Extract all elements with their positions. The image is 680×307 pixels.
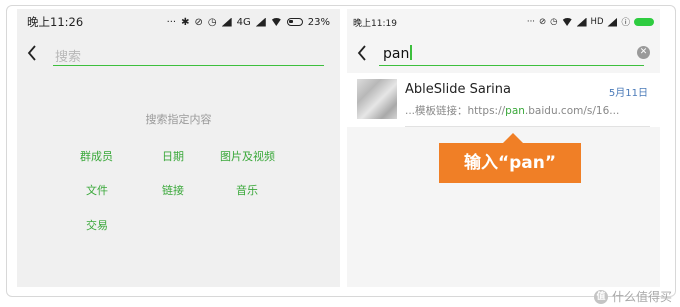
search-bar: 搜索 [17,39,340,71]
left-phone-screen: 晚上11:26 ··· ✱ ⊘ ◷ 4G 23% 搜索 搜索指定内容 群成员 日… [17,9,340,287]
search-result-item[interactable]: AbleSlide Sarina 5月11日 ...模板链接：https://p… [347,73,660,127]
search-input[interactable]: pan [383,45,412,62]
status-bar: 晚上11:26 ··· ✱ ⊘ ◷ 4G 23% [17,9,340,35]
search-query: pan [383,46,410,62]
snippet-suffix: .baidu.com/s/16... [524,105,620,117]
watermark-text: 什么值得买 [611,290,672,304]
category-links[interactable]: 链接 [162,182,184,198]
result-snippet: ...模板链接：https://pan.baidu.com/s/16... [405,103,619,118]
battery-icon [286,18,303,26]
callout-pointer [503,133,523,143]
more-dots-icon: ··· [526,17,535,27]
search-hint: 搜索指定内容 [145,113,212,126]
wifi-icon [561,18,573,26]
category-media[interactable]: 图片及视频 [220,148,275,164]
result-thumbnail [357,79,397,119]
alarm-icon: ◷ [550,17,558,27]
status-icons: ··· ✱ ⊘ ◷ 4G 23% [167,17,330,28]
battery-icon [634,18,654,26]
more-dots-icon: ··· [166,16,177,28]
mute-icon: ⊘ [194,16,203,28]
right-phone-screen: 晚上11:19 ··· ⊘ ◷ HD ⓘ pan ✕ AbleSlide Sar… [347,9,660,287]
text-cursor [410,45,412,60]
signal-icon-2 [607,17,618,27]
network-label: 4G [236,16,251,28]
category-files[interactable]: 文件 [86,182,108,198]
status-icons: ··· ⊘ ◷ HD ⓘ [527,16,654,28]
search-underline [53,65,324,66]
bluetooth-icon: ✱ [181,16,190,28]
signal-icon-2 [255,17,266,27]
category-date[interactable]: 日期 [162,148,184,164]
status-bar: 晚上11:19 ··· ⊘ ◷ HD ⓘ [347,9,660,35]
category-music[interactable]: 音乐 [236,182,258,198]
status-time: 晚上11:19 [353,18,397,29]
annotation-callout: 输入“pan” [439,143,581,183]
back-arrow-icon[interactable] [27,45,39,63]
result-date: 5月11日 [608,88,648,99]
status-time: 晚上11:26 [27,15,84,29]
result-divider [405,126,650,127]
clear-icon[interactable]: ✕ [637,46,650,59]
battery-percent: 23% [307,16,330,28]
wifi-icon [270,18,282,26]
category-transactions[interactable]: 交易 [86,217,108,233]
search-input[interactable]: 搜索 [55,46,81,65]
watermark: 值 什么值得买 [593,288,672,305]
category-members[interactable]: 群成员 [80,148,113,164]
network-label: HD [590,17,604,27]
snippet-highlight: pan [505,105,525,117]
signal-icon [221,17,232,27]
search-bar: pan ✕ [347,39,660,71]
result-title: AbleSlide Sarina [405,82,511,97]
snippet-prefix: ...模板链接：https:// [405,105,506,117]
search-underline [379,65,644,66]
watermark-badge-icon: 值 [593,289,608,304]
alarm-icon: ◷ [207,16,217,28]
back-arrow-icon[interactable] [357,45,369,63]
info-icon: ⓘ [621,18,630,28]
signal-icon [576,17,587,27]
mute-icon: ⊘ [539,17,547,27]
